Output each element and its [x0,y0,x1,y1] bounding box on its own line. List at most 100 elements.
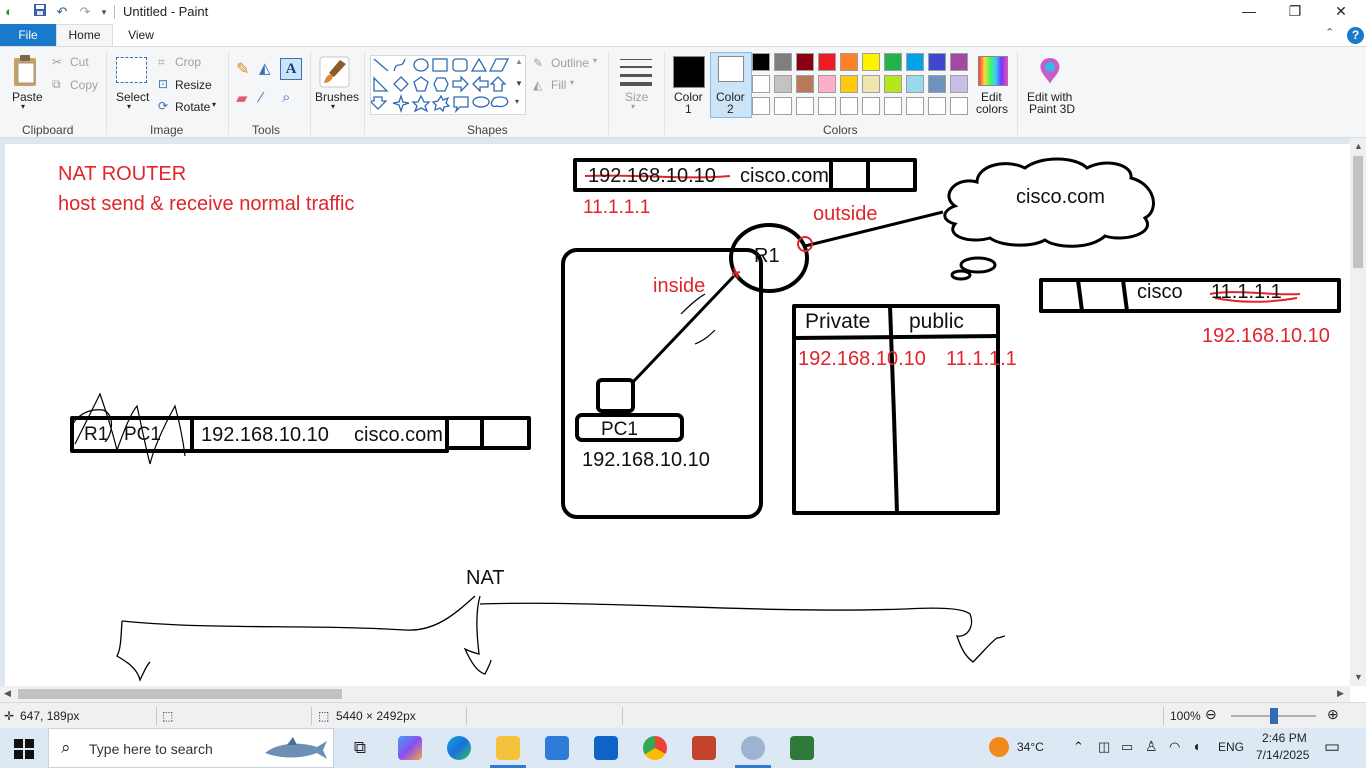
input-language[interactable]: ENG [1218,740,1244,754]
palette-color-swatch[interactable] [862,75,880,93]
chrome-icon[interactable] [643,736,667,760]
outline-dropdown-icon[interactable]: ▾ [593,56,597,65]
taskbar-search-box[interactable]: ⌕ Type here to search [48,728,334,768]
paint3d-icon[interactable] [1037,56,1063,86]
scroll-up-icon[interactable]: ▲ [1354,141,1363,151]
palette-color-swatch[interactable] [818,53,836,71]
resize-button[interactable]: Resize [175,78,212,92]
pencil-icon[interactable]: ✎ [236,59,249,79]
paint-taskbar-icon[interactable] [741,736,765,760]
palette-color-swatch[interactable] [774,97,792,115]
shapes-scroll-down-icon[interactable]: ▼ [515,79,523,88]
task-view-icon[interactable]: ⧉ [348,736,372,760]
notification-center-icon[interactable]: ▭ [1324,737,1340,757]
shapes-scroll-up-icon[interactable]: ▲ [515,57,523,66]
drawing-canvas[interactable]: NAT ROUTER host send & receive normal tr… [5,144,1350,686]
zoom-in-icon[interactable]: ⊕ [1327,706,1339,723]
crop-button[interactable]: Crop [175,55,201,69]
save-icon[interactable] [31,3,49,21]
palette-color-swatch[interactable] [884,97,902,115]
edge-icon[interactable] [447,736,471,760]
select-button[interactable]: Select [116,90,149,104]
tab-view[interactable]: View [113,24,169,47]
palette-color-swatch[interactable] [818,75,836,93]
palette-color-swatch[interactable] [752,97,770,115]
clock-time[interactable]: 2:46 PM [1262,731,1307,745]
zoom-slider-thumb[interactable] [1269,708,1278,724]
select-dropdown-icon[interactable]: ▾ [127,102,131,111]
app-taskbar-icon[interactable] [790,736,814,760]
paste-dropdown-icon[interactable]: ▾ [21,102,25,111]
wifi-icon[interactable]: ◠ [1169,739,1180,755]
palette-color-swatch[interactable] [862,53,880,71]
fill-bucket-icon[interactable]: ◭ [259,59,271,77]
weather-icon[interactable] [989,737,1009,757]
powerpoint-icon[interactable] [692,736,716,760]
palette-color-swatch[interactable] [818,97,836,115]
microphone-icon[interactable]: ♙ [1145,738,1158,755]
palette-color-swatch[interactable] [796,75,814,93]
color1-swatch[interactable] [673,56,705,88]
size-button[interactable]: Size [625,90,648,104]
size-dropdown-icon[interactable]: ▾ [631,102,635,111]
palette-color-swatch[interactable] [884,75,902,93]
shapes-gallery[interactable] [368,55,526,115]
paint-app-icon[interactable]: ◐ [0,3,18,21]
volume-icon[interactable]: ◖ [1192,738,1200,754]
palette-color-swatch[interactable] [752,75,770,93]
palette-color-swatch[interactable] [950,75,968,93]
edit-colors-icon[interactable] [978,56,1008,86]
collapse-ribbon-icon[interactable]: ⌃ [1325,26,1334,39]
palette-color-swatch[interactable] [928,53,946,71]
rotate-button[interactable]: Rotate [175,100,210,114]
customize-quick-access-icon[interactable]: ▾ [95,3,113,21]
vertical-scrollbar[interactable]: ▲ ▼ [1350,138,1366,686]
minimize-button[interactable]: — [1226,0,1272,24]
brushes-icon[interactable] [318,55,351,89]
palette-color-swatch[interactable] [840,75,858,93]
scroll-right-icon[interactable]: ▶ [1337,688,1344,699]
paste-icon[interactable] [10,53,42,89]
close-button[interactable]: ✕ [1318,0,1364,24]
edit-colors-line2[interactable]: colors [976,102,1008,116]
palette-color-swatch[interactable] [928,75,946,93]
palette-color-swatch[interactable] [928,97,946,115]
palette-color-swatch[interactable] [774,75,792,93]
brushes-dropdown-icon[interactable]: ▾ [331,102,335,111]
microsoft-store-icon[interactable] [545,736,569,760]
fill-button[interactable]: Fill [551,78,566,92]
palette-color-swatch[interactable] [884,53,902,71]
palette-color-swatch[interactable] [862,97,880,115]
text-tool-icon[interactable]: A [280,58,302,80]
help-button[interactable]: ? [1347,27,1364,44]
palette-color-swatch[interactable] [906,53,924,71]
zoom-out-icon[interactable]: ⊖ [1205,706,1217,723]
rotate-dropdown-icon[interactable]: ▾ [212,100,216,109]
undo-icon[interactable]: ↶ [53,3,71,21]
restore-button[interactable]: ❐ [1272,0,1318,24]
brushes-button[interactable]: Brushes [315,90,359,104]
tab-home[interactable]: Home [56,24,113,47]
outline-button[interactable]: Outline [551,56,589,70]
cut-button[interactable]: Cut [70,55,89,69]
show-hidden-icons-icon[interactable]: ⌃ [1073,739,1084,755]
palette-color-swatch[interactable] [796,97,814,115]
palette-color-swatch[interactable] [950,97,968,115]
windows-start-icon[interactable] [14,739,34,759]
scroll-left-icon[interactable]: ◀ [4,688,11,699]
eraser-icon[interactable]: ▰ [236,89,248,107]
color2-swatch[interactable] [718,56,744,82]
magnifier-icon[interactable]: ⌕ [282,89,290,106]
shapes-expand-icon[interactable]: ▾ [515,97,519,106]
clock-date[interactable]: 7/14/2025 [1256,748,1309,762]
palette-color-swatch[interactable] [906,75,924,93]
scroll-down-icon[interactable]: ▼ [1354,672,1363,682]
battery-icon[interactable]: ▭ [1121,739,1133,755]
meet-now-icon[interactable]: ◫ [1098,739,1110,755]
fill-dropdown-icon[interactable]: ▾ [570,78,574,87]
weather-temperature[interactable]: 34°C [1017,740,1044,754]
palette-color-swatch[interactable] [752,53,770,71]
palette-color-swatch[interactable] [840,53,858,71]
vertical-scroll-thumb[interactable] [1353,156,1363,268]
palette-color-swatch[interactable] [774,53,792,71]
